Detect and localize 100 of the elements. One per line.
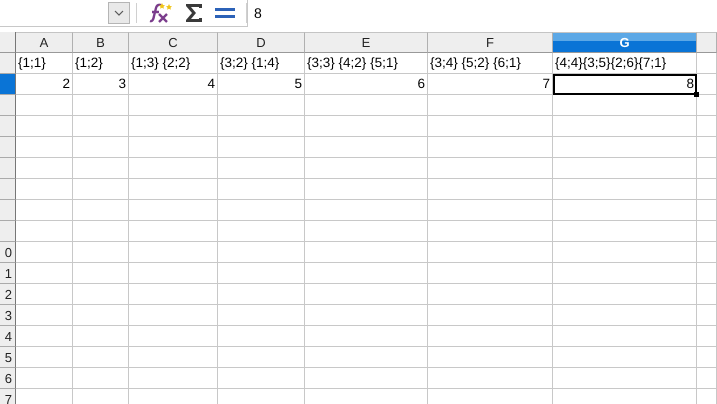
table-cell[interactable] — [697, 158, 717, 179]
table-cell[interactable] — [129, 137, 218, 158]
table-cell[interactable] — [218, 116, 305, 137]
table-cell[interactable] — [16, 284, 73, 305]
table-cell[interactable] — [697, 242, 717, 263]
table-cell[interactable] — [16, 263, 73, 284]
row-header[interactable]: 0 — [0, 242, 16, 263]
table-cell[interactable] — [553, 116, 697, 137]
table-cell[interactable] — [218, 179, 305, 200]
table-cell[interactable]: {3;3} {4;2} {5;1} — [305, 53, 428, 74]
table-cell[interactable] — [129, 284, 218, 305]
column-header[interactable]: F — [428, 32, 553, 53]
table-cell[interactable] — [305, 179, 428, 200]
table-cell[interactable] — [16, 326, 73, 347]
table-cell[interactable] — [73, 221, 129, 242]
table-cell[interactable] — [553, 242, 697, 263]
table-cell[interactable] — [16, 179, 73, 200]
table-cell[interactable] — [428, 179, 553, 200]
table-cell[interactable] — [218, 284, 305, 305]
table-cell[interactable] — [697, 221, 717, 242]
table-cell[interactable] — [553, 137, 697, 158]
table-cell[interactable] — [305, 158, 428, 179]
table-cell[interactable] — [697, 347, 717, 368]
table-cell[interactable] — [129, 200, 218, 221]
table-cell[interactable] — [129, 326, 218, 347]
table-cell[interactable] — [129, 347, 218, 368]
table-cell[interactable] — [428, 326, 553, 347]
table-cell[interactable] — [218, 368, 305, 389]
table-cell[interactable] — [697, 200, 717, 221]
table-cell[interactable] — [428, 95, 553, 116]
table-cell[interactable] — [305, 221, 428, 242]
table-cell[interactable] — [129, 221, 218, 242]
row-header[interactable] — [0, 95, 16, 116]
table-cell[interactable] — [16, 305, 73, 326]
select-all-corner[interactable] — [0, 32, 16, 53]
table-cell[interactable] — [16, 116, 73, 137]
table-cell[interactable] — [305, 95, 428, 116]
table-cell[interactable] — [73, 242, 129, 263]
table-cell[interactable]: {1;2} — [73, 53, 129, 74]
table-cell[interactable] — [73, 368, 129, 389]
column-header[interactable]: B — [73, 32, 129, 53]
table-cell[interactable] — [428, 158, 553, 179]
table-cell[interactable]: 6 — [305, 74, 428, 95]
table-cell[interactable] — [305, 137, 428, 158]
dropdown-button[interactable] — [108, 2, 130, 24]
table-cell[interactable] — [428, 200, 553, 221]
table-cell[interactable] — [697, 179, 717, 200]
table-cell[interactable] — [305, 284, 428, 305]
table-cell[interactable] — [129, 95, 218, 116]
table-cell[interactable] — [428, 305, 553, 326]
table-cell[interactable] — [73, 95, 129, 116]
table-cell[interactable] — [73, 305, 129, 326]
sum-icon[interactable] — [185, 2, 203, 24]
table-cell[interactable] — [218, 221, 305, 242]
row-header[interactable] — [0, 200, 16, 221]
row-header[interactable]: 5 — [0, 347, 16, 368]
row-header[interactable] — [0, 221, 16, 242]
table-cell[interactable] — [16, 137, 73, 158]
table-cell[interactable] — [305, 200, 428, 221]
table-cell[interactable] — [305, 263, 428, 284]
table-cell[interactable] — [129, 116, 218, 137]
table-cell[interactable] — [305, 326, 428, 347]
table-cell[interactable] — [218, 242, 305, 263]
table-cell[interactable] — [305, 305, 428, 326]
row-header[interactable]: 1 — [0, 263, 16, 284]
equals-icon[interactable] — [215, 7, 235, 19]
table-cell[interactable] — [553, 263, 697, 284]
row-header[interactable] — [0, 179, 16, 200]
table-cell[interactable] — [16, 368, 73, 389]
table-cell[interactable] — [73, 284, 129, 305]
table-cell[interactable] — [129, 242, 218, 263]
table-cell[interactable] — [73, 179, 129, 200]
table-cell[interactable] — [305, 368, 428, 389]
table-cell[interactable] — [553, 347, 697, 368]
table-cell[interactable] — [73, 200, 129, 221]
row-header[interactable] — [0, 53, 16, 74]
table-cell[interactable] — [553, 305, 697, 326]
row-header[interactable]: 2 — [0, 284, 16, 305]
column-header[interactable]: G — [553, 32, 697, 53]
table-cell[interactable] — [218, 95, 305, 116]
table-cell[interactable] — [697, 284, 717, 305]
table-cell[interactable]: 4 — [129, 74, 218, 95]
row-header[interactable]: 4 — [0, 326, 16, 347]
table-cell[interactable]: {4;4}{3;5}{2;6}{7;1} — [553, 53, 697, 74]
table-cell[interactable] — [218, 137, 305, 158]
table-cell[interactable] — [218, 305, 305, 326]
table-cell[interactable] — [697, 74, 717, 95]
table-cell[interactable] — [428, 116, 553, 137]
table-cell[interactable] — [305, 116, 428, 137]
table-cell[interactable] — [73, 263, 129, 284]
table-cell[interactable] — [218, 263, 305, 284]
table-cell[interactable] — [73, 326, 129, 347]
table-cell[interactable] — [73, 347, 129, 368]
table-cell[interactable] — [553, 368, 697, 389]
table-cell[interactable] — [553, 200, 697, 221]
table-cell[interactable] — [428, 368, 553, 389]
table-cell[interactable] — [129, 179, 218, 200]
table-cell[interactable] — [218, 158, 305, 179]
table-cell[interactable] — [16, 242, 73, 263]
table-cell[interactable]: {3;2} {1;4} — [218, 53, 305, 74]
